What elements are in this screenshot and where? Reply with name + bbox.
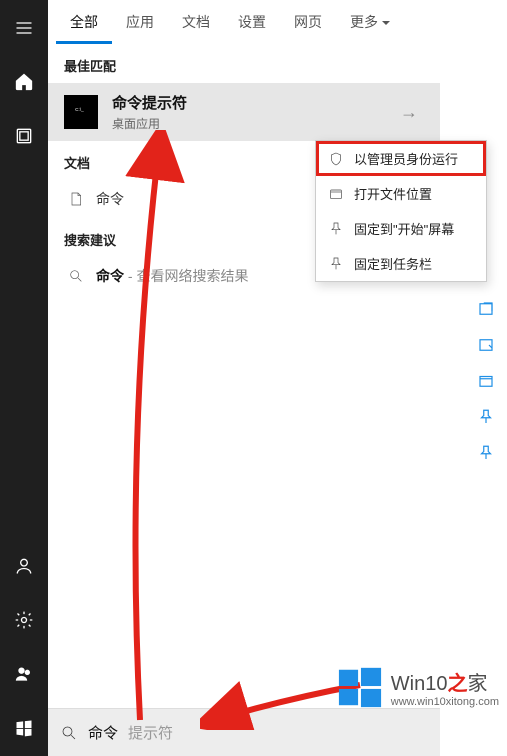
tab-settings[interactable]: 设置 [224, 0, 280, 44]
filter-tabs: 全部 应用 文档 设置 网页 更多 [48, 0, 440, 44]
search-icon [68, 268, 84, 284]
settings-icon[interactable] [0, 598, 48, 642]
open-icon[interactable] [477, 300, 495, 318]
user-icon[interactable] [0, 544, 48, 588]
ctx-pin-to-start[interactable]: 固定到"开始"屏幕 [316, 211, 486, 246]
tab-more[interactable]: 更多 [336, 0, 404, 44]
cmd-icon: C:\_ [64, 95, 98, 129]
hamburger-icon[interactable] [0, 6, 48, 50]
watermark: Win10之家 www.win10xitong.com [337, 664, 499, 710]
watermark-brand-a: Win10 [391, 673, 448, 695]
tab-apps[interactable]: 应用 [112, 0, 168, 44]
tab-all[interactable]: 全部 [56, 0, 112, 44]
ctx-pin-taskbar-label: 固定到任务栏 [354, 254, 432, 273]
vertical-taskbar [0, 0, 48, 756]
tab-web[interactable]: 网页 [280, 0, 336, 44]
document-name: 命令 [96, 189, 124, 209]
pin2-icon[interactable] [477, 444, 495, 462]
admin-run-icon[interactable] [477, 336, 495, 354]
ctx-pin-start-label: 固定到"开始"屏幕 [354, 219, 454, 238]
suggestion-hint: 查看网络搜索结果 [136, 268, 248, 284]
folder-icon[interactable] [0, 114, 48, 158]
best-match-header: 最佳匹配 [48, 44, 440, 83]
svg-text:C:\_: C:\_ [75, 107, 84, 112]
pin-taskbar-icon [328, 256, 344, 272]
expand-chevron-icon[interactable]: → [400, 102, 424, 123]
ctx-run-as-admin-label: 以管理员身份运行 [354, 149, 458, 168]
home-icon[interactable] [0, 60, 48, 104]
admin-shield-icon [328, 151, 344, 167]
preview-actions-strip [477, 300, 507, 462]
contacts-icon[interactable] [0, 652, 48, 696]
windows-start-icon[interactable] [0, 706, 48, 750]
search-bar[interactable]: 命令提示符 [48, 708, 440, 756]
context-menu: 以管理员身份运行 打开文件位置 固定到"开始"屏幕 固定到任务栏 [315, 140, 487, 282]
search-icon [60, 724, 78, 742]
watermark-brand-c: 家 [467, 673, 487, 695]
folder-open-icon [328, 186, 344, 202]
search-panel: 全部 应用 文档 设置 网页 更多 最佳匹配 C:\_ 命令提示符 桌面应用 →… [48, 0, 440, 756]
watermark-url: www.win10xitong.com [391, 696, 499, 708]
tab-docs[interactable]: 文档 [168, 0, 224, 44]
location-icon[interactable] [477, 372, 495, 390]
ctx-run-as-admin[interactable]: 以管理员身份运行 [316, 141, 486, 176]
search-typed-text: 命令 [88, 722, 118, 743]
ctx-pin-to-taskbar[interactable]: 固定到任务栏 [316, 246, 486, 281]
pin-icon[interactable] [477, 408, 495, 426]
suggestion-sep: - [124, 268, 136, 284]
best-match-result[interactable]: C:\_ 命令提示符 桌面应用 → [48, 83, 440, 141]
windows-logo-icon [337, 664, 383, 710]
watermark-brand-b: 之 [447, 673, 467, 695]
suggestion-query: 命令 [96, 268, 124, 284]
ctx-open-location-label: 打开文件位置 [354, 184, 432, 203]
ctx-open-file-location[interactable]: 打开文件位置 [316, 176, 486, 211]
pin-start-icon [328, 221, 344, 237]
search-ghost-text: 提示符 [128, 722, 173, 743]
best-match-title: 命令提示符 [112, 92, 187, 113]
document-icon [68, 191, 84, 207]
best-match-subtitle: 桌面应用 [112, 115, 187, 132]
